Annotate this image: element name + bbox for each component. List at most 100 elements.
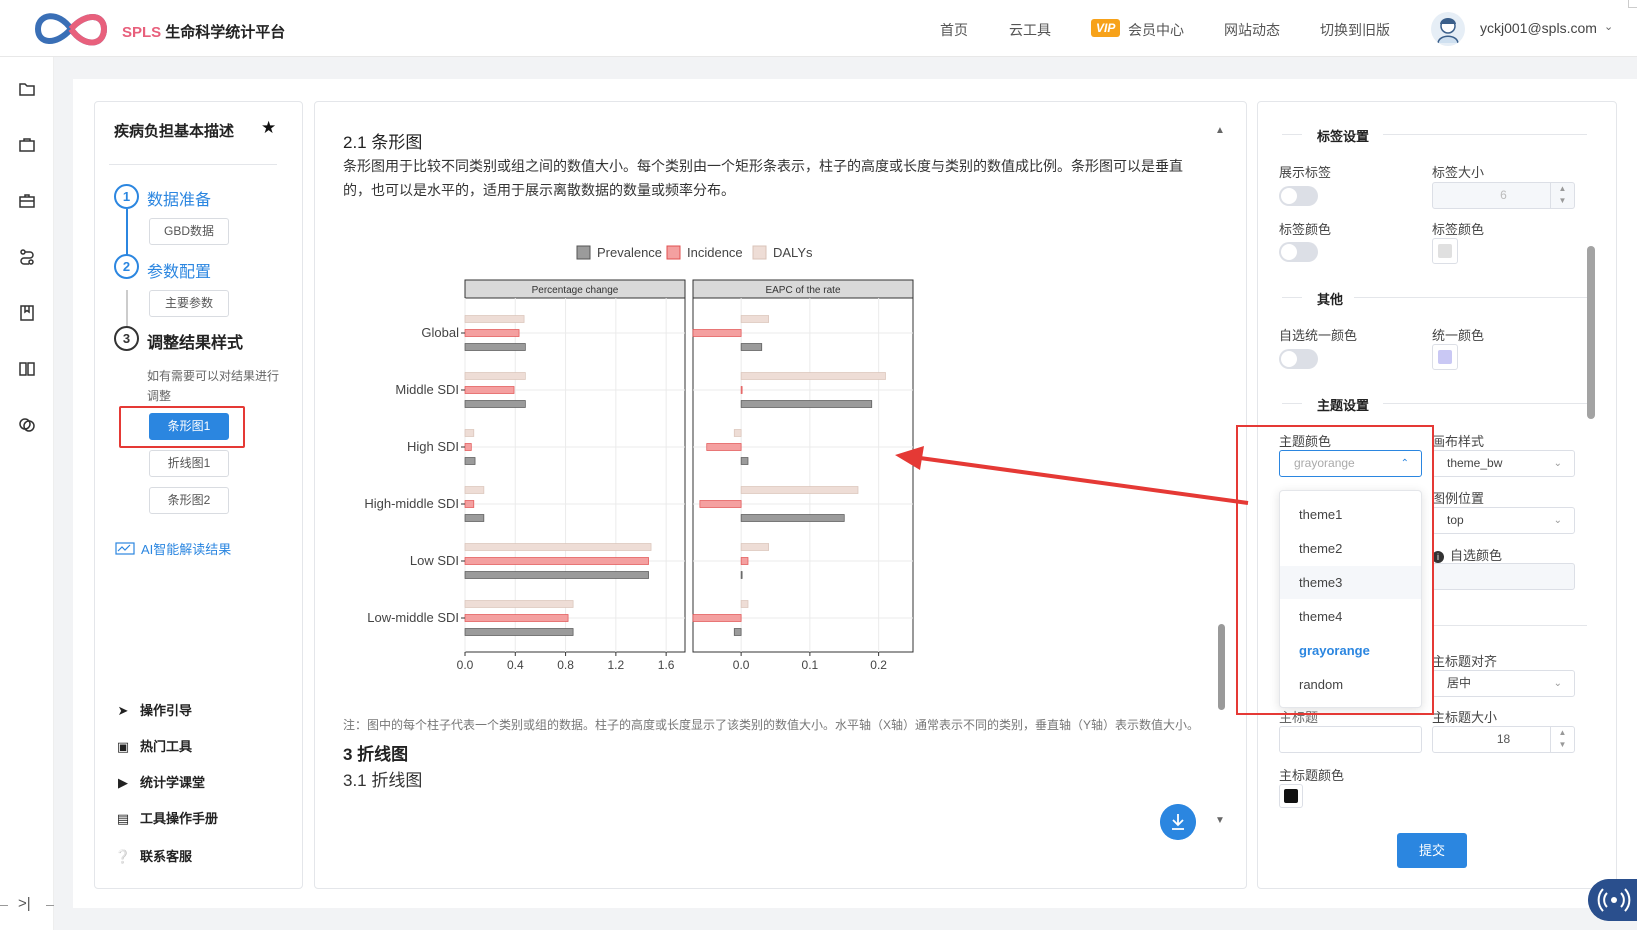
bar-dalys bbox=[464, 315, 525, 323]
divider bbox=[0, 905, 8, 906]
chat-icon[interactable] bbox=[17, 415, 37, 435]
nav-cloud-tools[interactable]: 云工具 bbox=[1009, 20, 1051, 40]
download-button[interactable] bbox=[1160, 804, 1196, 840]
chevron-down-icon[interactable]: ⌄ bbox=[1604, 20, 1613, 33]
scrollbar-thumb[interactable] bbox=[1218, 624, 1225, 710]
unified-color-swatch[interactable] bbox=[1432, 344, 1458, 370]
corner-collapse-icon[interactable] bbox=[1628, 0, 1637, 8]
book-icon[interactable] bbox=[17, 359, 37, 379]
link-manual[interactable]: ▤ 工具操作手册 bbox=[114, 808, 218, 827]
step-3-label[interactable]: 调整结果样式 bbox=[147, 329, 243, 353]
annotation-highlight-box bbox=[119, 406, 245, 448]
scroll-up-icon[interactable]: ▲ bbox=[1215, 125, 1225, 136]
bar-dalys bbox=[464, 372, 526, 380]
bar-prevalence bbox=[464, 628, 574, 636]
title-align-select[interactable]: 居中 ⌄ bbox=[1432, 670, 1575, 697]
divider bbox=[1432, 625, 1587, 626]
result-panel: 2.1 条形图 条形图用于比较不同类别或组之间的数值大小。每个类别由一个矩形条表… bbox=[314, 101, 1247, 889]
chip-line-chart-1[interactable]: 折线图1 bbox=[149, 450, 229, 477]
bookmark-icon[interactable] bbox=[17, 303, 37, 323]
label-color-swatch[interactable] bbox=[1432, 238, 1458, 264]
settings-scrollbar[interactable] bbox=[1587, 122, 1595, 818]
bar-dalys bbox=[464, 543, 652, 551]
scroll-down-icon[interactable]: ▼ bbox=[1215, 815, 1225, 826]
legend-label: Prevalence bbox=[597, 245, 662, 260]
route-icon[interactable] bbox=[17, 247, 37, 267]
y-tick-label: High-middle SDI bbox=[364, 496, 459, 511]
chip-gbd-data[interactable]: GBD数据 bbox=[149, 218, 229, 245]
label-size-input[interactable]: 6 ▲ ▼ bbox=[1432, 182, 1575, 209]
step-3-number: 3 bbox=[114, 326, 139, 351]
title-color-swatch[interactable] bbox=[1279, 784, 1303, 808]
brand-name[interactable]: SPLS 生命科学统计平台 bbox=[122, 21, 285, 42]
link-guide[interactable]: ➤ 操作引导 bbox=[114, 700, 192, 719]
custom-unified-color-caption: 自选统一颜色 bbox=[1279, 328, 1358, 343]
show-label-toggle[interactable] bbox=[1279, 186, 1318, 206]
toolbox-icon[interactable] bbox=[17, 191, 37, 211]
briefcase-icon: ▣ bbox=[116, 739, 130, 754]
label-color-toggle[interactable] bbox=[1279, 242, 1318, 262]
briefcase-icon[interactable] bbox=[17, 135, 37, 155]
step-2-number: 2 bbox=[114, 254, 139, 279]
document-icon: ▤ bbox=[116, 811, 130, 826]
bar-chart: Prevalence Incidence DALYs Percentage chang… bbox=[364, 245, 914, 672]
facet-title: Percentage change bbox=[532, 285, 619, 296]
bar-incidence bbox=[692, 614, 742, 622]
spls-logo[interactable] bbox=[28, 6, 114, 52]
divider bbox=[1383, 403, 1587, 404]
favorite-star-icon[interactable]: ★ bbox=[261, 118, 276, 138]
send-icon: ➤ bbox=[117, 703, 129, 718]
legend-swatch bbox=[666, 245, 681, 260]
link-support[interactable]: ❔ 联系客服 bbox=[114, 846, 192, 865]
chip-bar-chart-2[interactable]: 条形图2 bbox=[149, 487, 229, 514]
unified-color-caption: 统一颜色 bbox=[1432, 328, 1485, 343]
x-tick-label: 1.6 bbox=[658, 658, 675, 672]
step-1-label[interactable]: 数据准备 bbox=[147, 186, 211, 210]
folder-icon[interactable] bbox=[17, 79, 37, 99]
section-other: 其他 bbox=[1317, 292, 1344, 307]
nav-site-news[interactable]: 网站动态 bbox=[1224, 20, 1280, 40]
top-header: SPLS 生命科学统计平台 首页 云工具 VIP 会员中心 网站动态 切换到旧版 … bbox=[0, 0, 1637, 57]
submit-button[interactable]: 提交 bbox=[1397, 833, 1467, 868]
y-tick-label: Low-middle SDI bbox=[367, 610, 459, 625]
chevron-down-icon: ⌄ bbox=[1553, 678, 1562, 689]
ai-link-label: AI智能解读结果 bbox=[141, 542, 232, 557]
chip-main-params[interactable]: 主要参数 bbox=[149, 290, 229, 317]
legend-position-select[interactable]: top ⌄ bbox=[1432, 507, 1575, 534]
title-size-input[interactable]: 18 ▲ ▼ bbox=[1432, 726, 1575, 753]
user-email[interactable]: yckj001@spls.com bbox=[1480, 20, 1597, 36]
collapse-sidebar-icon[interactable]: >| bbox=[18, 895, 31, 912]
step-2-label[interactable]: 参数配置 bbox=[147, 258, 211, 282]
legend-swatch bbox=[576, 245, 591, 260]
custom-color-input[interactable] bbox=[1432, 563, 1575, 590]
label-size-caption: 标签大小 bbox=[1432, 165, 1485, 180]
vip-badge: VIP bbox=[1091, 19, 1121, 37]
ai-interpret-link[interactable]: AI智能解读结果 bbox=[115, 539, 231, 558]
settings-scrollbar-thumb[interactable] bbox=[1587, 246, 1595, 419]
y-tick-label: High SDI bbox=[407, 439, 459, 454]
divider bbox=[109, 164, 277, 165]
divider bbox=[46, 905, 54, 906]
custom-unified-color-toggle[interactable] bbox=[1279, 349, 1318, 369]
x-tick-label: 0.8 bbox=[557, 658, 574, 672]
link-hot-tools[interactable]: ▣ 热门工具 bbox=[114, 736, 192, 755]
divider bbox=[1282, 297, 1302, 298]
link-stat-class[interactable]: ▶ 统计学课堂 bbox=[114, 772, 205, 791]
nav-switch-old[interactable]: 切换到旧版 bbox=[1320, 20, 1390, 40]
bar-incidence bbox=[740, 557, 749, 565]
nav-member-center[interactable]: 会员中心 bbox=[1128, 20, 1184, 40]
video-icon: ▶ bbox=[118, 775, 128, 790]
canvas-style-select[interactable]: theme_bw ⌄ bbox=[1432, 450, 1575, 477]
y-tick-label: Global bbox=[421, 325, 459, 340]
bar-incidence bbox=[464, 443, 472, 451]
x-tick-label: 0.0 bbox=[457, 658, 474, 672]
bar-prevalence bbox=[733, 628, 742, 636]
nav-home[interactable]: 首页 bbox=[940, 20, 968, 40]
live-broadcast-button[interactable] bbox=[1588, 879, 1637, 921]
bar-incidence bbox=[464, 500, 475, 508]
chevron-down-icon: ⌄ bbox=[1553, 458, 1562, 469]
main-title-input[interactable] bbox=[1279, 726, 1422, 753]
user-avatar[interactable] bbox=[1431, 12, 1465, 46]
content-scrollbar[interactable] bbox=[1217, 132, 1225, 867]
y-tick-label: Middle SDI bbox=[395, 382, 459, 397]
